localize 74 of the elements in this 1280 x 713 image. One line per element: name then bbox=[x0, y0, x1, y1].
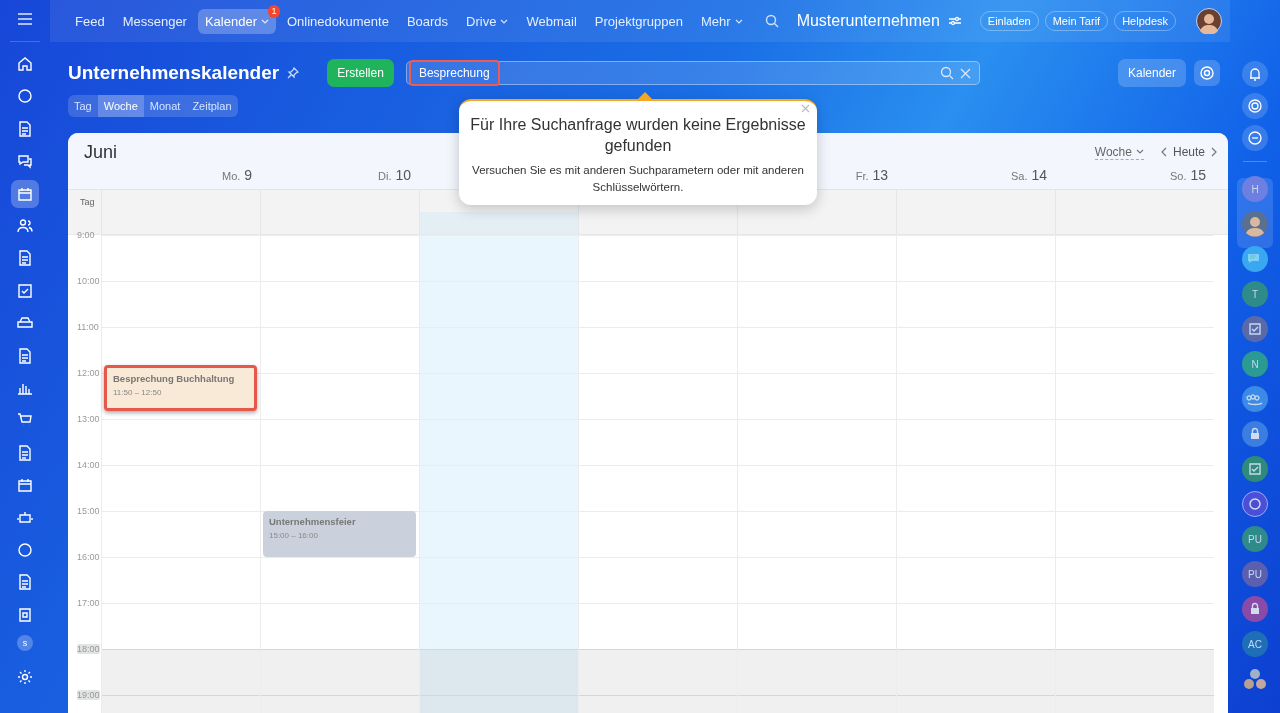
month-title: Juni bbox=[84, 141, 118, 163]
page-title: Unternehmenskalender bbox=[68, 62, 280, 84]
chat-avatar[interactable]: H bbox=[1242, 176, 1268, 202]
day-column[interactable]: Besprechung Buchhaltung 11:50 – 12:50 bbox=[101, 235, 260, 713]
lock-icon[interactable] bbox=[1242, 421, 1268, 447]
user-avatar[interactable] bbox=[1242, 211, 1268, 237]
chat-avatar[interactable]: N bbox=[1242, 351, 1268, 377]
bell-icon[interactable] bbox=[1242, 61, 1268, 87]
nav-tab[interactable]: Drive bbox=[459, 8, 516, 34]
hour-label: 10:00 bbox=[77, 276, 100, 286]
view-tab[interactable]: Woche bbox=[97, 95, 144, 117]
nav-tab[interactable]: Feed bbox=[68, 8, 112, 34]
event-card[interactable]: Besprechung Buchhaltung 11:50 – 12:50 bbox=[104, 365, 257, 412]
menu-icon[interactable] bbox=[18, 13, 32, 25]
user-avatar[interactable] bbox=[1196, 8, 1222, 34]
nav-tab[interactable]: Onlinedokumente bbox=[280, 8, 396, 34]
day-header[interactable]: Mo. 9 bbox=[221, 167, 252, 183]
view-tab[interactable]: Tag bbox=[68, 95, 98, 117]
day-header[interactable]: So. 15 bbox=[1170, 167, 1206, 183]
all-day-label: Tag bbox=[80, 197, 95, 207]
caret-icon[interactable] bbox=[1135, 149, 1144, 154]
search-icon[interactable] bbox=[939, 66, 954, 80]
hour-label: 14:00 bbox=[77, 460, 100, 470]
chat-avatar[interactable]: PU bbox=[1242, 561, 1268, 587]
hour-label: 13:00 bbox=[77, 414, 100, 424]
popup-text: Versuchen Sie es mit anderen Suchparametern oder mit anderen Schlüsselwörtern. bbox=[471, 163, 805, 195]
view-dropdown[interactable]: Woche bbox=[1094, 144, 1144, 160]
hour-label: 11:00 bbox=[77, 322, 99, 332]
view-tab[interactable]: Zeitplan bbox=[186, 95, 238, 117]
task-icon[interactable] bbox=[1242, 316, 1268, 342]
company-name[interactable]: Musterunternehmen bbox=[796, 12, 940, 30]
nav-tab[interactable]: Messenger bbox=[115, 8, 194, 34]
lock-icon[interactable] bbox=[1242, 596, 1268, 622]
settings-icon[interactable] bbox=[17, 669, 33, 686]
clear-icon[interactable] bbox=[959, 67, 971, 79]
create-button[interactable]: Erstellen bbox=[327, 59, 394, 87]
settings-button[interactable] bbox=[1194, 60, 1220, 86]
popup-title: Für Ihre Suchanfrage wurden keine Ergebnisse gefunden bbox=[469, 115, 807, 156]
settings-icon[interactable] bbox=[1199, 65, 1215, 81]
day-header[interactable]: Sa. 14 bbox=[1011, 167, 1047, 183]
view-tab[interactable]: Monat bbox=[143, 95, 187, 117]
search-icon[interactable] bbox=[764, 14, 779, 28]
nav-tab[interactable]: Projektgruppen bbox=[587, 8, 690, 34]
chat-avatar[interactable]: AC bbox=[1242, 631, 1268, 657]
hour-label: 19:00 bbox=[77, 690, 100, 700]
day-header[interactable]: Di. 10 bbox=[378, 167, 411, 183]
nav-tab[interactable]: Boards bbox=[399, 8, 456, 34]
previous-icon[interactable] bbox=[1159, 147, 1167, 157]
event-card[interactable]: Unternehmensfeier 15:00 – 16:00 bbox=[263, 511, 416, 557]
calendar-button[interactable]: Kalender bbox=[1117, 59, 1186, 87]
sliders-icon[interactable] bbox=[947, 16, 962, 26]
next-icon[interactable] bbox=[1211, 147, 1218, 157]
team-icon[interactable] bbox=[1242, 386, 1268, 412]
task-icon[interactable] bbox=[1242, 456, 1268, 482]
hour-label: 16:00 bbox=[77, 552, 100, 562]
chat-avatar[interactable]: PU bbox=[1242, 526, 1268, 552]
hour-label: 15:00 bbox=[77, 506, 100, 516]
hour-label: 17:00 bbox=[77, 598, 100, 608]
day-column[interactable]: Unternehmensfeier 15:00 – 16:00 bbox=[260, 235, 419, 713]
hour-label: 9:00 bbox=[77, 230, 95, 240]
day-header[interactable]: Fr. 13 bbox=[855, 167, 888, 183]
close-icon[interactable] bbox=[801, 104, 810, 113]
hour-label: 18:00 bbox=[77, 644, 100, 654]
pin-icon[interactable] bbox=[287, 67, 300, 79]
user-avatar[interactable]: s bbox=[17, 635, 33, 652]
chat-avatar[interactable]: T bbox=[1242, 281, 1268, 307]
search-field[interactable]: Besprechung bbox=[405, 61, 980, 85]
notification-badge: 1 bbox=[268, 4, 280, 18]
today-button[interactable]: Heute bbox=[1172, 145, 1205, 159]
nav-tab[interactable]: Webmail bbox=[519, 8, 584, 34]
nav-cal-icon[interactable] bbox=[11, 179, 39, 208]
hour-label: 12:00 bbox=[77, 368, 100, 378]
nav-tab[interactable]: Mehr bbox=[693, 8, 750, 34]
group-avatar[interactable] bbox=[1242, 666, 1268, 692]
